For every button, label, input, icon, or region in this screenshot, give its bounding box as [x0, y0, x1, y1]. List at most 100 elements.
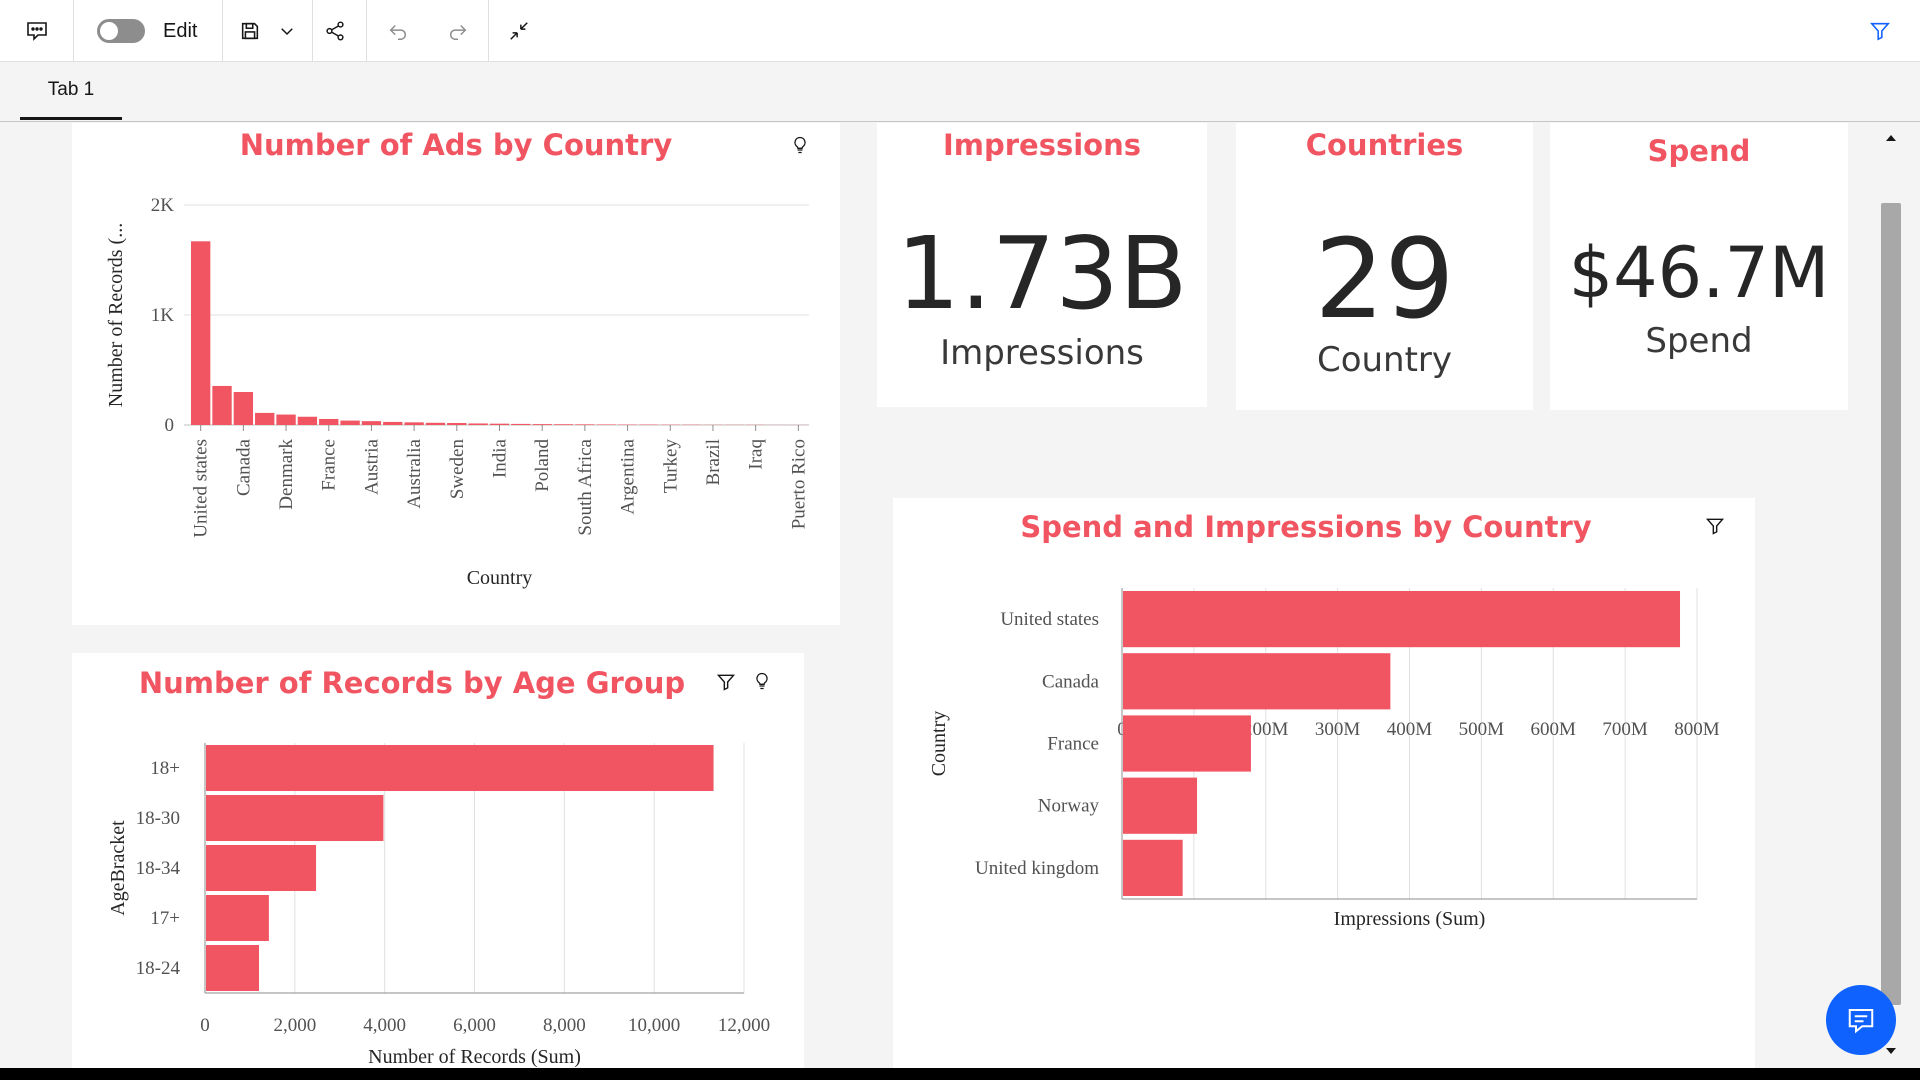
impressions-kpi-card[interactable]: Impressions 1.73B Impressions [877, 123, 1207, 407]
x-tick-label: Poland [532, 439, 553, 492]
bar [206, 895, 269, 941]
bar [1123, 777, 1198, 834]
bar [1123, 653, 1391, 710]
x-tick-label: 600M [1531, 719, 1577, 740]
bar [468, 423, 488, 425]
y-tick-label: 18-24 [136, 958, 181, 979]
toggle-switch[interactable] [97, 19, 145, 43]
bar [1123, 839, 1183, 896]
y-tick-label: 18-30 [136, 808, 180, 829]
bar [206, 945, 260, 991]
x-tick-label: South Africa [575, 438, 596, 535]
bar [489, 423, 510, 425]
x-tick-label: United states [191, 439, 212, 538]
bar [361, 421, 382, 425]
y-tick-label: 18-34 [136, 858, 181, 879]
bar [233, 392, 254, 425]
redo-icon [450, 24, 467, 40]
share-icon [326, 21, 344, 41]
bar [191, 241, 211, 425]
comment-icon [27, 22, 47, 41]
bar [255, 412, 275, 425]
tab-1[interactable]: Tab 1 [20, 62, 122, 120]
toolbar: Edit [0, 0, 1920, 62]
redo-button[interactable] [440, 0, 476, 62]
bar [383, 421, 403, 425]
filter-button[interactable] [1862, 0, 1898, 62]
bar [575, 424, 595, 425]
x-tick-label: 10,000 [628, 1015, 680, 1036]
comment-button[interactable] [14, 0, 60, 62]
y-tick-label: Norway [1038, 796, 1100, 817]
y-axis-label: Country [928, 711, 950, 777]
kpi-label: Impressions [940, 333, 1144, 373]
collapse-button[interactable] [500, 0, 538, 62]
card-title: Countries [1305, 128, 1464, 162]
filter-icon [1870, 22, 1890, 41]
ads-chart: 0 1K 2K United states Canada Denmark France Aus… [105, 195, 809, 589]
scroll-up-icon[interactable] [1880, 127, 1902, 149]
x-tick-label: Puerto Rico [788, 439, 809, 529]
bar [206, 845, 317, 891]
bar [1123, 715, 1251, 772]
records-by-age-card[interactable]: Number of Records by Age Group 0 2,000 4,0… [72, 653, 804, 1068]
x-tick-label: Argentina [618, 438, 639, 514]
ads-by-country-card[interactable]: Number of Ads by Country 0 1K 2K United sta… [72, 123, 840, 625]
chat-icon [1848, 1009, 1874, 1034]
age-chart: 0 2,000 4,000 6,000 8,000 10,000 12,000 18+ 18-3… [107, 743, 770, 1068]
x-tick-label: 0 [200, 1015, 210, 1036]
y-tick-label: Canada [1042, 671, 1100, 692]
edit-toggle[interactable]: Edit [97, 0, 207, 62]
bar [297, 416, 318, 425]
x-tick-label: Australia [404, 438, 425, 508]
save-icon [241, 22, 259, 40]
x-tick-label: 2,000 [273, 1015, 316, 1036]
x-tick-label: Brazil [703, 439, 724, 485]
spend-impressions-chart: 0100M200M300M400M500M600M700M800MUnited … [928, 588, 1720, 930]
kpi-value: 29 [1314, 215, 1455, 343]
x-tick-label: 400M [1387, 719, 1433, 740]
x-tick-label: 8,000 [543, 1015, 586, 1036]
x-tick-label: 4,000 [363, 1015, 406, 1036]
save-button[interactable] [232, 0, 268, 62]
y-tick-label: 0 [165, 415, 175, 436]
undo-icon [389, 24, 406, 40]
x-tick-label: Iraq [746, 439, 767, 470]
x-axis-label: Number of Records (Sum) [368, 1046, 581, 1068]
chat-button[interactable] [1826, 985, 1896, 1055]
spend-kpi-card[interactable]: Spend $46.7M Spend [1550, 123, 1848, 410]
x-tick-label: Turkey [660, 439, 681, 494]
y-tick-label: 17+ [150, 908, 180, 929]
x-tick-label: 800M [1674, 719, 1720, 740]
dashboard-canvas: Number of Ads by Country 0 1K 2K United sta… [0, 123, 1920, 1068]
bar [206, 795, 384, 841]
chevron-down-icon [281, 28, 293, 36]
bar [404, 422, 424, 425]
y-tick-label: 18+ [150, 758, 180, 779]
countries-kpi-card[interactable]: Countries 29 Country [1236, 123, 1533, 410]
bar [447, 423, 467, 425]
card-title: Spend [1647, 134, 1751, 168]
spend-impressions-card[interactable]: Spend and Impressions by Country 0100M20… [893, 498, 1755, 1068]
y-tick-label: United kingdom [975, 858, 1099, 879]
card-title: Impressions [942, 128, 1142, 162]
x-tick-label: Sweden [447, 439, 468, 500]
bar [596, 424, 616, 425]
kpi-value: 1.73B [896, 215, 1188, 332]
x-tick-label: 500M [1459, 719, 1505, 740]
bar [206, 745, 714, 791]
x-tick-label: India [490, 438, 511, 478]
bar [212, 385, 232, 425]
bar [276, 414, 296, 425]
bar [1123, 591, 1681, 648]
collapse-icon [510, 22, 528, 40]
y-tick-label: 1K [151, 305, 175, 326]
scrollbar-thumb[interactable] [1881, 203, 1901, 1005]
share-button[interactable] [318, 0, 352, 62]
bar [340, 420, 360, 425]
undo-button[interactable] [380, 0, 416, 62]
y-axis-label: AgeBracket [107, 820, 129, 916]
save-options-button[interactable] [272, 0, 302, 62]
x-tick-label: 6,000 [453, 1015, 496, 1036]
x-tick-label: Austria [361, 438, 382, 495]
